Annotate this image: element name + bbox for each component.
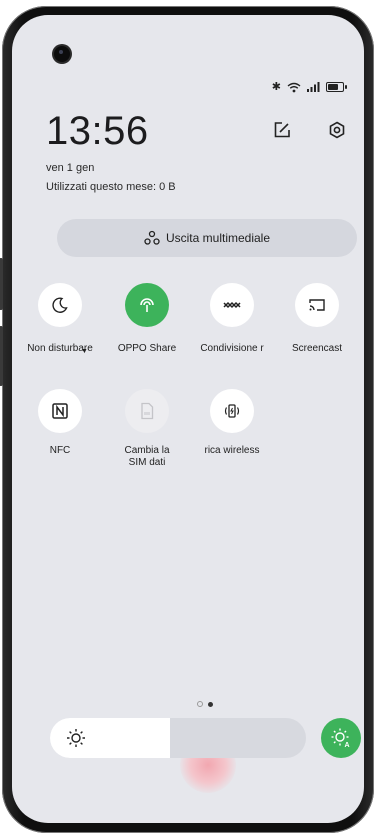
tile-nfc-label: NFC <box>49 445 71 456</box>
tile-screencast[interactable]: Screencast <box>274 283 360 355</box>
screen: ✱ 13:56 ven 1 gen Utilizzati questo mese… <box>12 15 364 823</box>
media-output-icon <box>144 230 160 245</box>
auto-brightness-icon: A <box>331 728 350 749</box>
volume-button <box>0 258 3 310</box>
page-dot-2[interactable] <box>208 701 213 707</box>
brightness-icon <box>66 728 86 753</box>
tile-oppo-share-label: OPPO Share <box>117 343 177 354</box>
tile-nfc-toggle[interactable] <box>38 389 82 433</box>
page-dot-1[interactable] <box>197 701 203 707</box>
tile-do-not-disturb[interactable]: Non disturbare <box>17 283 103 355</box>
tile-condivisione-label: Condivisione r <box>200 343 264 354</box>
tile-oppo-share-toggle[interactable] <box>125 283 169 327</box>
clock-time: 13:56 <box>46 109 149 153</box>
page-indicator <box>197 701 213 707</box>
nfc-icon <box>52 403 68 419</box>
sim-icon <box>141 402 154 420</box>
tile-condivisione-toggle[interactable] <box>210 283 254 327</box>
tile-wireless-charge-label: rica wireless <box>204 445 260 456</box>
bluetooth-icon: ✱ <box>271 81 281 93</box>
svg-text:A: A <box>345 742 350 749</box>
tile-oppo-share[interactable]: OPPO Share <box>104 283 190 355</box>
media-output-label: Uscita multimediale <box>165 231 271 245</box>
battery-icon <box>326 82 347 92</box>
screencast-icon <box>309 299 325 311</box>
signal-icon <box>307 82 320 92</box>
tile-condivisione[interactable]: Condivisione r <box>189 283 275 355</box>
data-usage-text: Utilizzati questo mese: 0 B <box>46 181 176 193</box>
tile-screencast-toggle[interactable] <box>295 283 339 327</box>
wifi-icon <box>287 82 301 92</box>
brightness-slider[interactable] <box>50 718 306 758</box>
power-button <box>0 326 3 386</box>
settings-icon[interactable] <box>326 119 348 141</box>
status-bar: ✱ <box>271 81 347 93</box>
phone-frame: ✱ 13:56 ven 1 gen Utilizzati questo mese… <box>0 6 374 833</box>
tile-sim-data-toggle <box>125 389 169 433</box>
wireless-charge-icon <box>224 404 240 418</box>
edit-icon[interactable] <box>271 119 293 141</box>
share-icon <box>223 301 241 309</box>
tile-do-not-disturb-label: Non disturbare <box>27 343 93 354</box>
auto-brightness-button[interactable]: A <box>321 718 361 758</box>
tile-do-not-disturb-toggle[interactable] <box>38 283 82 327</box>
tile-sim-data-label: Cambia la SIM dati <box>124 445 170 468</box>
media-output-button[interactable]: Uscita multimediale <box>57 219 357 257</box>
tile-nfc[interactable]: NFC <box>17 389 103 457</box>
date-text: ven 1 gen <box>46 162 95 174</box>
chevron-down-icon[interactable]: ▼ <box>81 348 88 355</box>
tile-screencast-label: Screencast <box>291 343 343 354</box>
tile-wireless-charge-toggle[interactable] <box>210 389 254 433</box>
oppo-share-icon <box>140 298 154 312</box>
tile-wireless-charge[interactable]: rica wireless <box>189 389 275 457</box>
tile-sim-data: Cambia la SIM dati <box>104 389 190 469</box>
moon-icon <box>52 297 68 313</box>
front-camera <box>54 46 70 62</box>
